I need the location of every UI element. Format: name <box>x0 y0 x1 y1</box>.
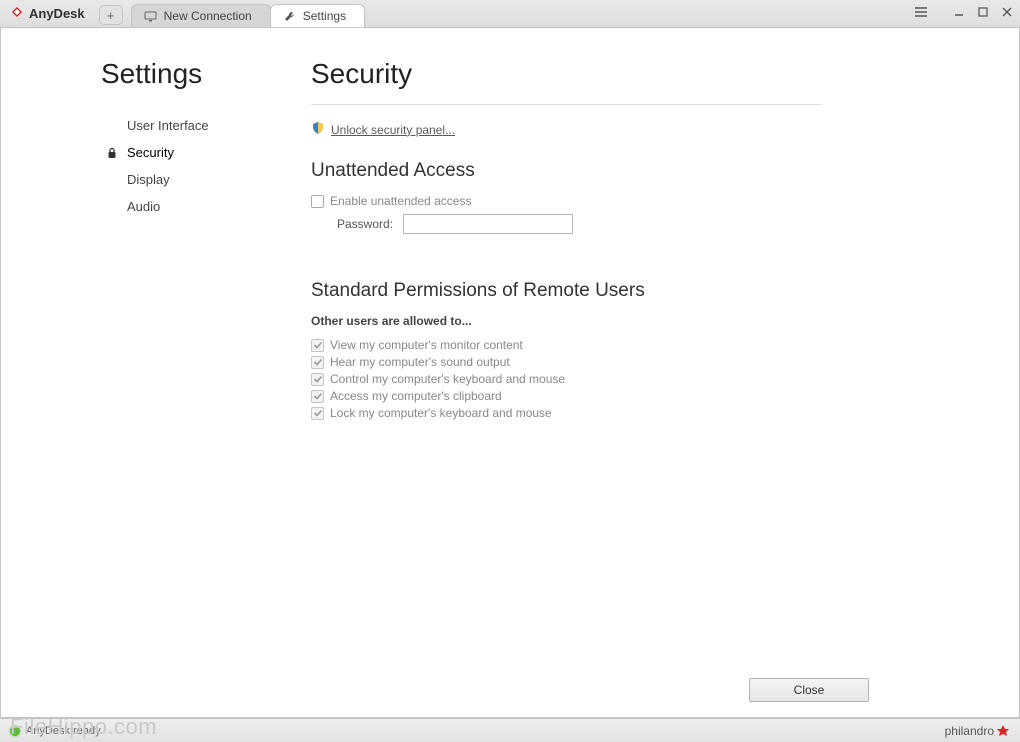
sidebar-item-user-interface[interactable]: User Interface <box>101 112 301 139</box>
plus-icon: + <box>107 9 115 22</box>
lock-icon <box>105 146 119 160</box>
blank-icon <box>105 173 119 187</box>
close-button-label: Close <box>794 683 825 697</box>
sidebar-item-label: Display <box>127 172 170 187</box>
perm-checkbox[interactable] <box>311 407 324 420</box>
perm-row-control: Control my computer's keyboard and mouse <box>311 372 821 386</box>
security-panel: Security Unlock security panel... Unatte… <box>301 58 821 663</box>
permissions-section: Standard Permissions of Remote Users Oth… <box>311 280 821 420</box>
blank-icon <box>105 200 119 214</box>
divider <box>311 104 821 105</box>
unlock-security-link[interactable]: Unlock security panel... <box>331 123 455 137</box>
password-input[interactable] <box>403 214 573 234</box>
sidebar-item-security[interactable]: Security <box>101 139 301 166</box>
tab-label: New Connection <box>164 9 252 23</box>
minimize-button[interactable] <box>952 5 966 19</box>
perm-label: View my computer's monitor content <box>330 338 523 352</box>
new-tab-button[interactable]: + <box>99 5 123 25</box>
blank-icon <box>105 119 119 133</box>
app-logo-icon <box>10 5 24 22</box>
footer-bar: Close <box>1 663 1019 717</box>
panel-title: Security <box>311 58 821 90</box>
perm-label: Lock my computer's keyboard and mouse <box>330 406 552 420</box>
app-name: AnyDesk <box>29 6 85 21</box>
perm-row-view: View my computer's monitor content <box>311 338 821 352</box>
menu-icon[interactable] <box>914 5 928 19</box>
enable-unattended-row: Enable unattended access <box>311 194 821 208</box>
status-text: AnyDesk ready. <box>26 725 103 737</box>
brand-footer: philandro <box>945 724 1010 738</box>
close-page-button[interactable]: Close <box>749 678 869 702</box>
statusbar: AnyDesk ready. philandro <box>0 718 1020 742</box>
status-led-icon <box>10 726 20 736</box>
perm-label: Hear my computer's sound output <box>330 355 510 369</box>
enable-unattended-checkbox[interactable] <box>311 195 324 208</box>
permissions-list: View my computer's monitor content Hear … <box>311 338 821 420</box>
tab-label: Settings <box>303 9 346 23</box>
perm-row-clipboard: Access my computer's clipboard <box>311 389 821 403</box>
sidebar-item-label: User Interface <box>127 118 209 133</box>
shield-icon <box>311 121 325 138</box>
close-button[interactable] <box>1000 5 1014 19</box>
sidebar-item-display[interactable]: Display <box>101 166 301 193</box>
password-label: Password: <box>337 217 393 231</box>
window-controls <box>914 0 1014 27</box>
wrench-icon <box>283 9 297 23</box>
unattended-title: Unattended Access <box>311 160 821 182</box>
perm-checkbox[interactable] <box>311 373 324 386</box>
brand-icon <box>996 724 1010 738</box>
app-brand: AnyDesk <box>10 0 85 27</box>
titlebar: AnyDesk + New Connection Settings <box>0 0 1020 28</box>
content-frame: Settings User Interface Security Display… <box>0 28 1020 718</box>
sidebar-title: Settings <box>101 58 301 90</box>
tab-new-connection[interactable]: New Connection <box>131 4 271 27</box>
enable-unattended-label: Enable unattended access <box>330 194 471 208</box>
permissions-subtitle: Other users are allowed to... <box>311 314 821 328</box>
sidebar-item-audio[interactable]: Audio <box>101 193 301 220</box>
perm-row-lock: Lock my computer's keyboard and mouse <box>311 406 821 420</box>
perm-label: Control my computer's keyboard and mouse <box>330 372 565 386</box>
password-row: Password: <box>337 214 821 234</box>
unlock-row: Unlock security panel... <box>311 121 821 138</box>
monitor-icon <box>144 9 158 23</box>
maximize-button[interactable] <box>976 5 990 19</box>
sidebar-item-label: Audio <box>127 199 160 214</box>
perm-checkbox[interactable] <box>311 356 324 369</box>
perm-label: Access my computer's clipboard <box>330 389 502 403</box>
perm-checkbox[interactable] <box>311 390 324 403</box>
brand-name: philandro <box>945 724 994 738</box>
perm-checkbox[interactable] <box>311 339 324 352</box>
settings-sidebar: Settings User Interface Security Display… <box>101 58 301 663</box>
permissions-title: Standard Permissions of Remote Users <box>311 280 821 302</box>
sidebar-item-label: Security <box>127 145 174 160</box>
tab-settings[interactable]: Settings <box>270 4 365 27</box>
perm-row-hear: Hear my computer's sound output <box>311 355 821 369</box>
settings-page: Settings User Interface Security Display… <box>1 28 1019 663</box>
